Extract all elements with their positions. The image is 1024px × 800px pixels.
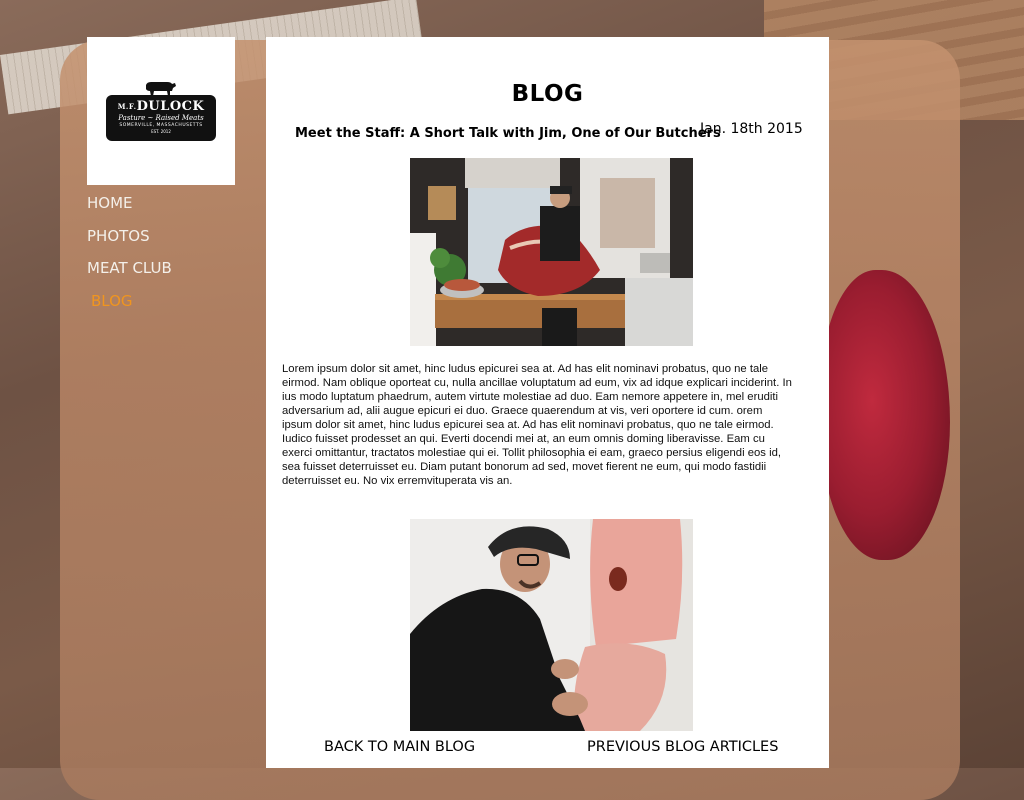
butcher-shop-photo [410, 158, 693, 346]
page-title: BLOG [511, 81, 584, 107]
back-to-main-blog-link[interactable]: BACK TO MAIN BLOG [324, 739, 475, 755]
nav-item-home[interactable]: HOME [87, 193, 172, 213]
logo-wordmark: M.F.DULOCK [117, 99, 205, 114]
logo[interactable]: M.F.DULOCK Pasture ~ Raised Meats SOMERV… [87, 37, 235, 185]
previous-blog-articles-link[interactable]: PREVIOUS BLOG ARTICLES [587, 739, 778, 755]
main-nav: HOME PHOTOS MEAT CLUB BLOG [87, 193, 172, 323]
butcher-portrait-illustration [410, 519, 693, 731]
butcher-portrait-photo [410, 519, 693, 731]
post-body: Lorem ipsum dolor sit amet, hinc ludus e… [282, 362, 792, 488]
nav-item-meat-club[interactable]: MEAT CLUB [87, 258, 172, 278]
post-title: Meet the Staff: A Short Talk with Jim, O… [295, 126, 721, 141]
logo-est: EST. 2012 [151, 129, 171, 134]
logo-tagline: Pasture ~ Raised Meats [118, 114, 204, 122]
nav-item-blog[interactable]: BLOG [91, 291, 172, 311]
nav-item-photos[interactable]: PHOTOS [87, 226, 172, 246]
blog-panel: BLOG Meet the Staff: A Short Talk with J… [266, 37, 829, 768]
post-paragraph: Lorem ipsum dolor sit amet, hinc ludus e… [282, 363, 792, 431]
post-date: Jan. 18th 2015 [700, 121, 803, 137]
butcher-shop-illustration [410, 158, 693, 346]
logo-badge: M.F.DULOCK Pasture ~ Raised Meats SOMERV… [106, 95, 216, 141]
post-paragraph: Iudico fuisset prodesset an qui. Everti … [282, 433, 782, 487]
